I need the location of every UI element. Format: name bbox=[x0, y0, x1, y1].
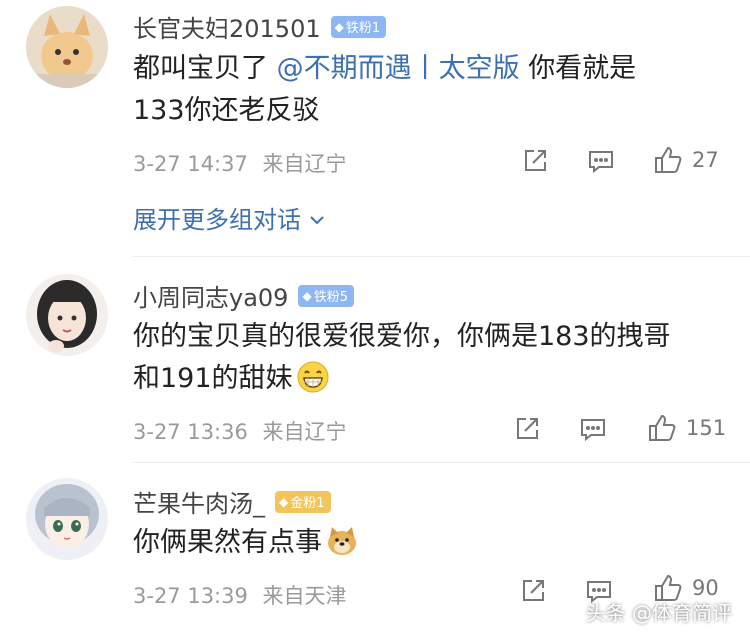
divider bbox=[133, 256, 750, 257]
timestamp: 3-27 14:37 bbox=[133, 152, 248, 176]
username-text[interactable]: 小周同志ya09 bbox=[133, 278, 288, 313]
like-count: 151 bbox=[686, 416, 727, 440]
share-button[interactable] bbox=[518, 576, 548, 606]
chevron-down-icon bbox=[309, 204, 325, 232]
share-icon bbox=[518, 576, 548, 606]
comment-meta: 3-27 13:39 来自天津 bbox=[133, 580, 347, 610]
comment-button[interactable] bbox=[586, 146, 616, 176]
fan-badge[interactable]: ◆ 金粉1 bbox=[275, 490, 331, 513]
diamond-icon: ◆ bbox=[334, 19, 344, 34]
comment-text: 你俩果然有点事 bbox=[133, 522, 358, 564]
like-button[interactable]: 27 bbox=[652, 144, 719, 176]
expand-conversation-link[interactable]: 展开更多组对话 bbox=[133, 200, 325, 235]
comment-meta: 3-27 14:37 来自辽宁 bbox=[133, 148, 347, 178]
share-icon bbox=[520, 146, 550, 176]
comment-text-part: 都叫宝贝了 bbox=[133, 53, 268, 84]
like-button[interactable]: 151 bbox=[646, 412, 726, 444]
username-text[interactable]: 长官夫妇201501 bbox=[133, 9, 321, 44]
badge-label: 金粉1 bbox=[290, 496, 325, 511]
username[interactable]: 芒果牛肉汤_ ◆ 金粉1 bbox=[133, 484, 331, 519]
comment-text-line2: 和191的甜妹 bbox=[133, 363, 293, 394]
comment-text: 都叫宝贝了 @不期而遇丨太空版 你看就是 133你还老反驳 bbox=[133, 48, 636, 132]
location: 来自辽宁 bbox=[262, 152, 347, 176]
divider bbox=[133, 462, 750, 463]
thumbs-up-icon bbox=[646, 412, 678, 444]
username[interactable]: 小周同志ya09 ◆ 铁粉5 bbox=[133, 278, 354, 313]
diamond-icon: ◆ bbox=[279, 494, 289, 509]
avatar[interactable] bbox=[26, 478, 108, 560]
comment-button[interactable] bbox=[578, 414, 608, 444]
share-button[interactable] bbox=[512, 414, 542, 444]
comment-text-line1: 你俩果然有点事 bbox=[133, 527, 322, 558]
fan-badge[interactable]: ◆ 铁粉1 bbox=[330, 15, 387, 38]
like-count: 27 bbox=[692, 148, 719, 172]
expand-label: 展开更多组对话 bbox=[133, 206, 301, 234]
thumbs-up-icon bbox=[652, 144, 684, 176]
comment-icon bbox=[586, 146, 616, 176]
badge-label: 铁粉5 bbox=[313, 290, 348, 305]
comment-text-part: 你看就是 bbox=[528, 53, 637, 84]
comment-text-line2: 133你还老反驳 bbox=[133, 95, 320, 126]
avatar[interactable] bbox=[26, 274, 108, 356]
grin-emoji-icon bbox=[297, 361, 329, 393]
location: 来自辽宁 bbox=[262, 420, 347, 444]
comment-meta: 3-27 13:36 来自辽宁 bbox=[133, 416, 347, 446]
mention-link[interactable]: @不期而遇丨太空版 bbox=[277, 53, 520, 84]
share-icon bbox=[512, 414, 542, 444]
timestamp: 3-27 13:39 bbox=[133, 584, 248, 608]
diamond-icon: ◆ bbox=[302, 288, 312, 303]
comment-text-line1: 你的宝贝真的很爱很爱你，你俩是183的拽哥 bbox=[133, 321, 671, 352]
username-text[interactable]: 芒果牛肉汤_ bbox=[133, 484, 265, 519]
timestamp: 3-27 13:36 bbox=[133, 420, 248, 444]
doge-emoji-icon bbox=[326, 525, 358, 557]
watermark: 头条 @体育简评 bbox=[585, 601, 732, 625]
username[interactable]: 长官夫妇201501 ◆ 铁粉1 bbox=[133, 9, 387, 44]
comment-text: 你的宝贝真的很爱很爱你，你俩是183的拽哥 和191的甜妹 bbox=[133, 316, 671, 400]
comment-icon bbox=[578, 414, 608, 444]
badge-label: 铁粉1 bbox=[345, 21, 381, 36]
avatar[interactable] bbox=[26, 6, 108, 88]
share-button[interactable] bbox=[520, 146, 550, 176]
fan-badge[interactable]: ◆ 铁粉5 bbox=[298, 284, 354, 307]
location: 来自天津 bbox=[262, 584, 347, 608]
